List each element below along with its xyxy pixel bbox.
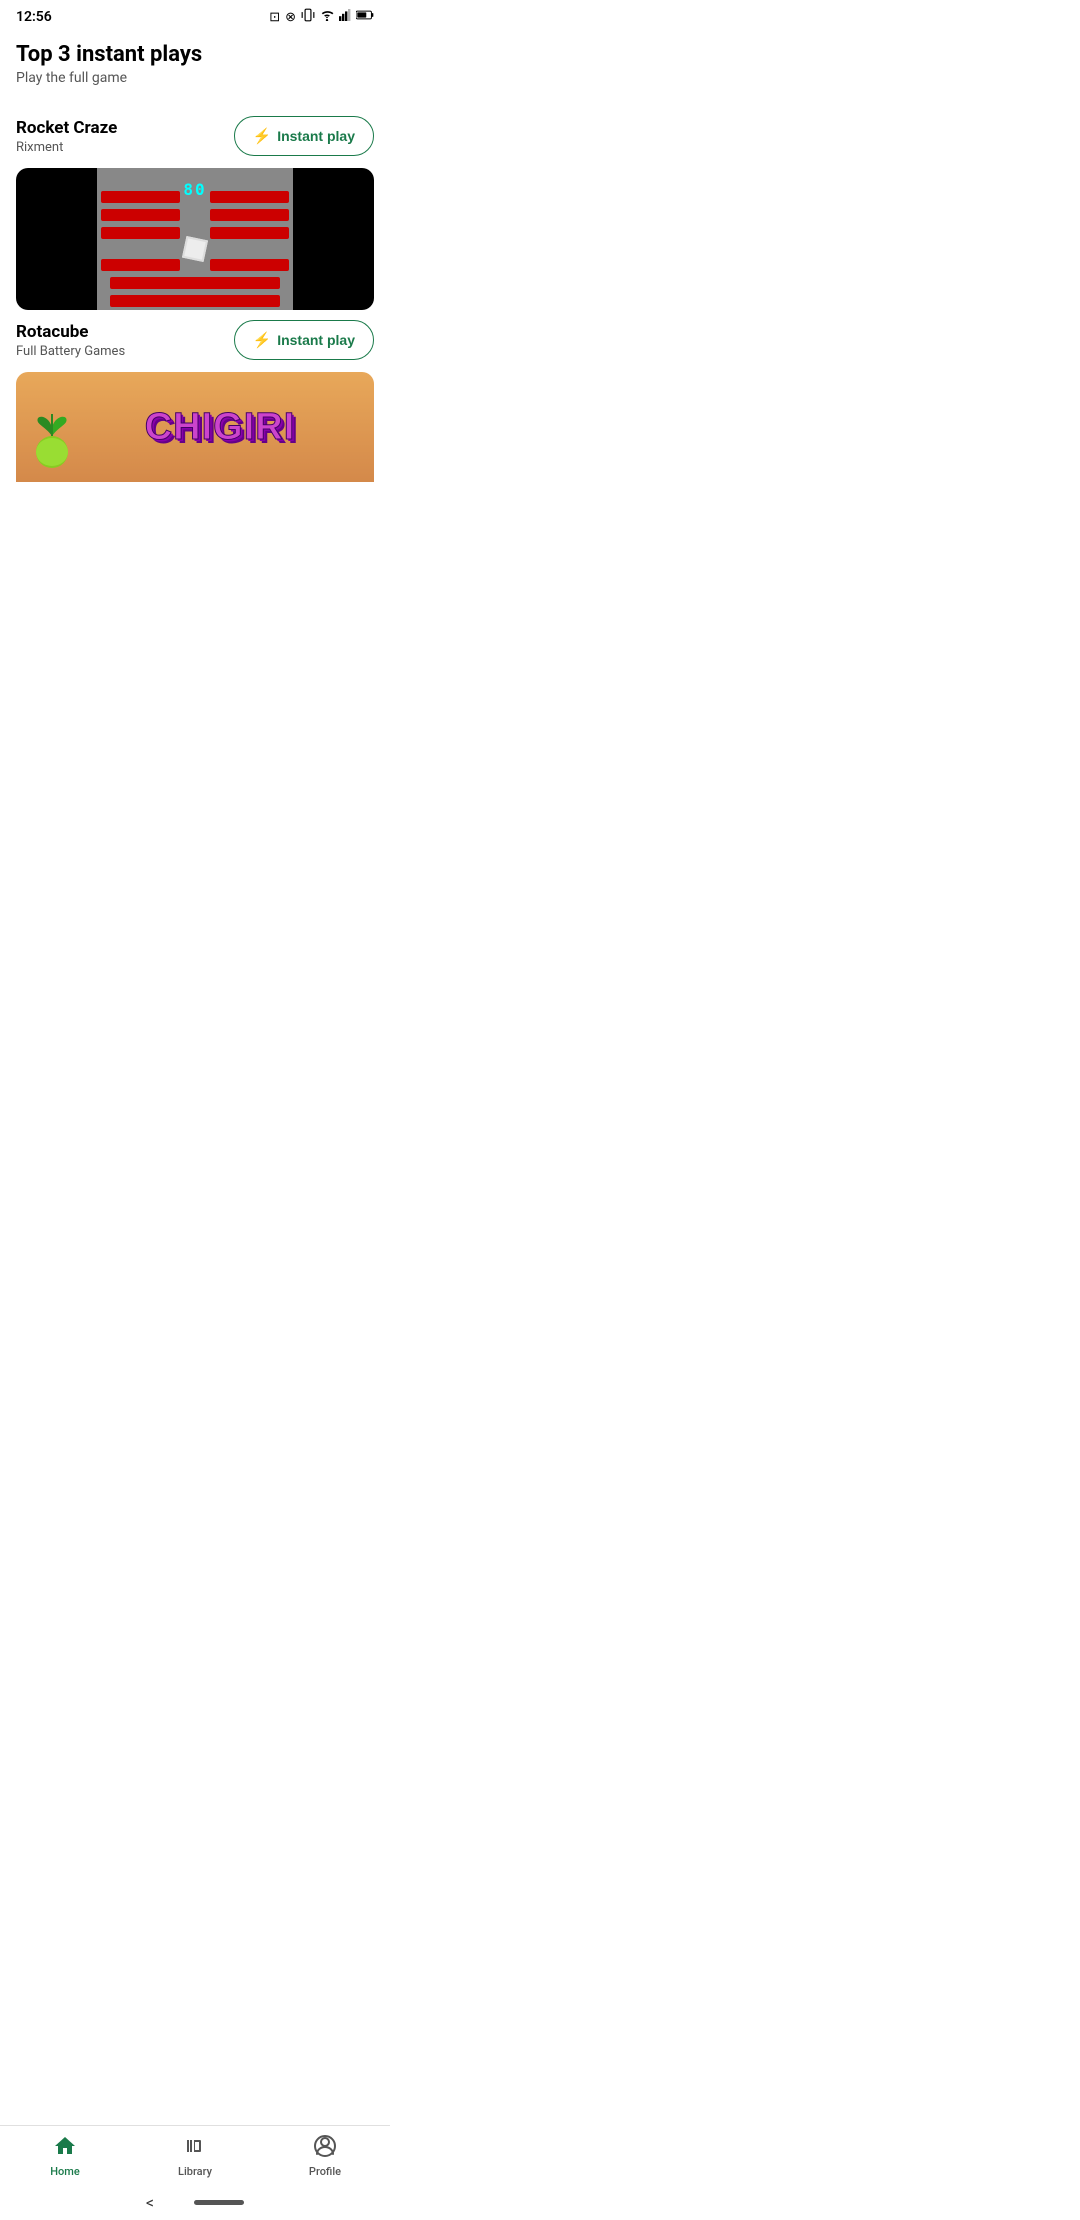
nav-item-library[interactable]: Library xyxy=(130,2134,260,2178)
nav-label-home: Home xyxy=(50,2165,80,2178)
rotacube-score: 80 xyxy=(183,180,206,199)
game-thumbnail-rotacube[interactable]: 80 xyxy=(16,168,374,310)
header: Top 3 instant plays Play the full game xyxy=(0,30,390,94)
dnd-icon: ⊗ xyxy=(285,10,296,25)
chigiri-game-title: CHIGIRI xyxy=(145,406,296,449)
vibrate-icon xyxy=(301,8,315,26)
game-meta: Rocket Craze Rixment xyxy=(16,118,234,155)
game-card-rotacube: 80 xyxy=(16,168,374,360)
battery-icon xyxy=(356,9,374,25)
wifi-icon xyxy=(320,10,334,25)
obstacle-block xyxy=(110,277,280,289)
game-card-rocket-craze: ⊙ ⊙ ⊙ Rocket Craze Rixment ⚡ Instant pla… xyxy=(16,106,374,156)
obstacle-block xyxy=(210,259,289,271)
game-name: Rotacube xyxy=(16,322,234,342)
main-content: Top 3 instant plays Play the full game xyxy=(0,30,390,612)
page-title: Top 3 instant plays xyxy=(16,42,374,68)
bottom-navigation: Home Library Profile xyxy=(0,2125,390,2184)
nav-label-library: Library xyxy=(178,2165,212,2178)
game-developer: Full Battery Games xyxy=(16,344,234,359)
nav-item-profile[interactable]: Profile xyxy=(260,2134,390,2178)
chigiri-fruit xyxy=(30,410,80,474)
obstacle-block xyxy=(110,295,280,307)
status-icons: ⊡ ⊗ xyxy=(269,8,374,26)
notification-icon: ⊡ xyxy=(269,10,280,25)
bolt-icon: ⚡ xyxy=(253,127,272,145)
home-gesture-bar[interactable] xyxy=(194,2200,244,2205)
game-info-row: Rocket Craze Rixment ⚡ Instant play xyxy=(16,116,374,156)
home-icon xyxy=(53,2134,77,2163)
nav-label-profile: Profile xyxy=(309,2165,341,2178)
library-icon xyxy=(183,2134,207,2163)
game-info-row: Rotacube Full Battery Games ⚡ Instant pl… xyxy=(16,320,374,360)
obstacle-block xyxy=(101,209,180,221)
system-navigation-bar: < xyxy=(0,2184,390,2220)
obstacle-block xyxy=(210,209,289,221)
obstacle-block xyxy=(101,259,180,271)
obstacle-row xyxy=(97,277,294,289)
game-developer: Rixment xyxy=(16,140,234,155)
signal-icon xyxy=(339,9,351,25)
instant-play-button-rocket[interactable]: ⚡ Instant play xyxy=(234,116,374,156)
game-meta: Rotacube Full Battery Games xyxy=(16,322,234,359)
obstacle-row xyxy=(97,295,294,307)
instant-play-button-rotacube[interactable]: ⚡ Instant play xyxy=(234,320,374,360)
obstacle-block xyxy=(101,227,180,239)
back-button[interactable]: < xyxy=(146,2193,154,2212)
obstacle-block xyxy=(101,191,180,203)
instant-play-label: Instant play xyxy=(277,128,355,144)
profile-icon xyxy=(313,2134,337,2163)
obstacle-row xyxy=(97,259,294,271)
status-time: 12:56 xyxy=(16,9,52,25)
game-name: Rocket Craze xyxy=(16,118,234,138)
game-thumbnail-chigiri[interactable]: CHIGIRI xyxy=(16,372,374,482)
bolt-icon: ⚡ xyxy=(253,331,272,349)
rotacube-game-area: 80 xyxy=(97,168,294,310)
instant-play-label: Instant play xyxy=(277,332,355,348)
obstacle-block xyxy=(210,227,289,239)
obstacle-row xyxy=(97,209,294,221)
status-bar: 12:56 ⊡ ⊗ xyxy=(0,0,390,30)
nav-item-home[interactable]: Home xyxy=(0,2134,130,2178)
game-card-chigiri: CHIGIRI xyxy=(16,372,374,482)
page-subtitle: Play the full game xyxy=(16,70,374,86)
obstacle-block xyxy=(210,191,289,203)
